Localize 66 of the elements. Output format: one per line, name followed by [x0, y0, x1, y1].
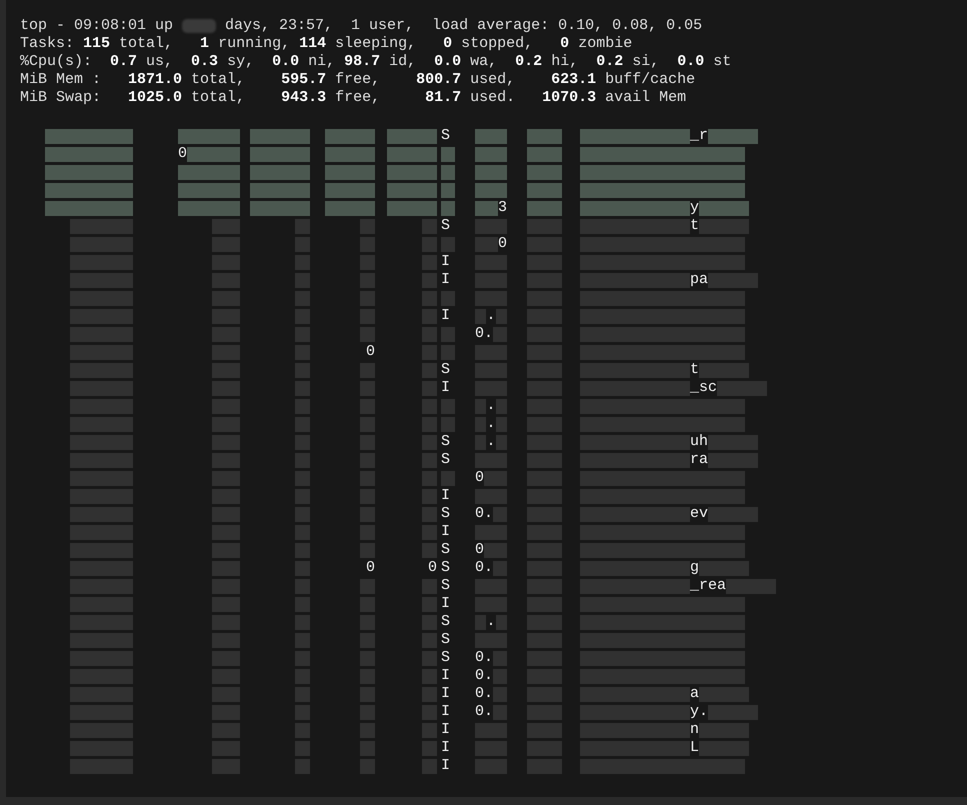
cell-text: S [441, 217, 450, 235]
status-line: MiB Swap: 1025.0 total, 943.3 free, 81.7 used. 1070.3 avail Mem [20, 89, 686, 107]
cell-text: S [441, 361, 450, 379]
cell-text: I [441, 271, 450, 289]
cell-text: I [441, 595, 450, 613]
cell-text: uh [690, 433, 708, 451]
cell-text: S [441, 433, 450, 451]
cell-text: 0 [428, 559, 437, 577]
cell-text: . [486, 613, 496, 631]
cell-text: 0 [178, 145, 188, 163]
cell-text: y [690, 199, 700, 217]
cell-text: ev [690, 505, 708, 523]
cell-text: S [441, 577, 450, 595]
cell-text: _sc [690, 379, 718, 397]
status-line: top - 09:08:01 up [20, 17, 174, 35]
cell-text: I [441, 685, 450, 703]
cell-text: S [441, 451, 450, 469]
cell-text: pa [690, 271, 708, 289]
cell-text: t [690, 361, 700, 379]
cell-text: 0. [475, 649, 494, 667]
cell-text: . [486, 433, 496, 451]
cell-text: S [441, 613, 450, 631]
cell-text: 0. [475, 559, 494, 577]
cell-text: . [486, 397, 496, 415]
cell-text: 0. [475, 685, 494, 703]
cell-text: S [441, 559, 450, 577]
cell-text: S [441, 505, 450, 523]
cell-text: I [441, 721, 450, 739]
cell-text: S [441, 127, 450, 145]
cell-text: n [690, 721, 700, 739]
cell-text: I [441, 523, 450, 541]
cell-text: S [441, 649, 450, 667]
cell-text: I [441, 379, 450, 397]
cell-text: t [690, 217, 700, 235]
cell-text: _rea [690, 577, 726, 595]
cell-text: y. [690, 703, 708, 721]
cell-text: I [441, 667, 450, 685]
status-line: MiB Mem : 1871.0 total, 595.7 free, 800.7 used, 623.1 buff/cache [20, 71, 696, 89]
cell-text: 0 [366, 343, 375, 361]
cell-text: I [441, 307, 450, 325]
status-line: %Cpu(s): 0.7 us, 0.3 sy, 0.0 ni, 98.7 id, 0.0 wa, 0.2 hi, 0.2 si, 0.0 st [20, 53, 732, 71]
cell-text: 0. [475, 505, 494, 523]
status-line: days, 23:57, 1 user, load average: 0.10, 0.08, 0.05 [225, 17, 702, 35]
cell-text: I [441, 703, 450, 721]
cell-text: 0. [475, 703, 494, 721]
status-line: Tasks: 115 total, 1 running, 114 sleeping, 0 stopped, 0 zombie [20, 35, 632, 53]
cell-text: L [690, 739, 700, 757]
cell-text: . [486, 415, 496, 433]
cell-text: . [486, 307, 496, 325]
cell-text: 0. [475, 325, 494, 343]
cell-text: 0. [475, 667, 494, 685]
cell-text: I [441, 487, 450, 505]
cell-text: 0 [475, 541, 484, 559]
cell-text: S [441, 631, 450, 649]
cell-text: S [441, 541, 450, 559]
cell-text: 0 [366, 559, 375, 577]
cell-text: 0 [498, 235, 507, 253]
cell-text: ra [690, 451, 708, 469]
cell-text: I [441, 757, 450, 775]
cell-text: I [441, 739, 450, 757]
cell-text: 3 [498, 199, 507, 217]
cell-text: 0 [475, 469, 484, 487]
cell-text: a [690, 685, 700, 703]
cell-text: I [441, 253, 450, 271]
cell-text: _r [690, 127, 708, 145]
cell-text: g [690, 559, 700, 577]
